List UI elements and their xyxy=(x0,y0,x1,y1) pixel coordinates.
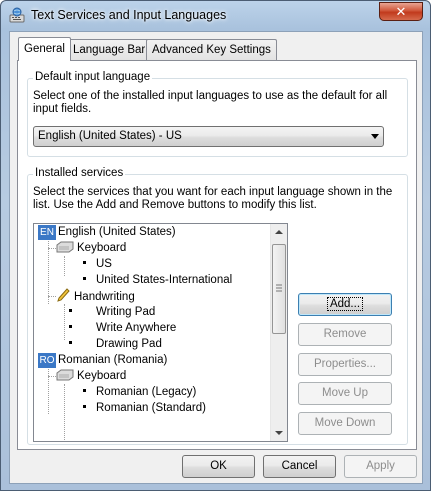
handwriting-label: Handwriting xyxy=(74,291,135,303)
default-language-description: Select one of the installed input langua… xyxy=(33,90,388,115)
tree-item-us[interactable]: US xyxy=(96,256,112,272)
arrow-down-icon xyxy=(275,431,283,435)
apply-button[interactable]: Apply xyxy=(344,455,417,478)
tree-item-writing-pad[interactable]: Writing Pad xyxy=(96,304,155,320)
bullet-icon xyxy=(69,309,72,312)
ok-button[interactable]: OK xyxy=(182,455,255,478)
grip-icon xyxy=(276,284,282,292)
tree-line xyxy=(64,384,65,441)
language-label: Romanian (Romania) xyxy=(58,354,168,366)
tab-general[interactable]: General xyxy=(18,37,71,61)
tree-scrollbar[interactable] xyxy=(270,224,287,441)
services-tree[interactable]: EN English (United States) Keyboard US Un… xyxy=(33,223,288,442)
tree-category-keyboard[interactable]: Keyboard xyxy=(56,368,126,384)
language-label: English (United States) xyxy=(58,226,176,238)
dialog-client-area: General Language Bar Advanced Key Settin… xyxy=(9,31,423,484)
tree-line xyxy=(48,248,56,249)
default-language-value: English (United States) - US xyxy=(38,130,182,142)
pen-icon xyxy=(57,288,70,302)
tab-advanced-key-settings[interactable]: Advanced Key Settings xyxy=(146,39,277,60)
tree-item-romanian-legacy[interactable]: Romanian (Legacy) xyxy=(96,384,196,400)
close-button[interactable]: ✕ xyxy=(379,2,423,21)
tree-line xyxy=(48,376,56,377)
default-language-label: Default input language xyxy=(33,71,153,83)
default-language-group: Default input language Select one of the… xyxy=(27,71,408,157)
default-language-select[interactable]: English (United States) - US xyxy=(33,126,384,147)
tree-category-keyboard[interactable]: Keyboard xyxy=(56,240,126,256)
keyboard-icon xyxy=(56,369,74,381)
tree-item-us-international[interactable]: United States-International xyxy=(96,272,232,288)
dialog-window: Text Services and Input Languages ✕ Gene… xyxy=(0,0,431,491)
properties-button[interactable]: Properties... xyxy=(298,353,392,376)
language-badge: RO xyxy=(38,353,56,368)
window-title: Text Services and Input Languages xyxy=(31,8,227,22)
tree-item-write-anywhere[interactable]: Write Anywhere xyxy=(96,320,176,336)
tree-category-handwriting[interactable]: Handwriting xyxy=(56,288,135,304)
add-button-label: Add... xyxy=(326,297,364,311)
scroll-thumb[interactable] xyxy=(272,244,286,334)
tree-language-english[interactable]: EN English (United States) xyxy=(38,224,176,240)
bullet-icon xyxy=(83,389,86,392)
keyboard-label: Keyboard xyxy=(77,242,127,254)
keyboard-label: Keyboard xyxy=(77,370,127,382)
tree-language-romanian[interactable]: RO Romanian (Romania) xyxy=(38,352,167,368)
tree-line xyxy=(48,296,56,297)
add-button[interactable]: Add... xyxy=(298,293,392,316)
title-bar[interactable]: Text Services and Input Languages ✕ xyxy=(1,1,430,31)
installed-services-group: Installed services Select the services t… xyxy=(27,167,408,445)
general-tab-panel: Default input language Select one of the… xyxy=(17,60,417,450)
scroll-down-button[interactable] xyxy=(271,424,287,441)
tree-item-drawing-pad[interactable]: Drawing Pad xyxy=(96,336,162,352)
move-up-button[interactable]: Move Up xyxy=(298,382,392,405)
tree-line xyxy=(64,256,65,276)
cancel-button[interactable]: Cancel xyxy=(263,455,336,478)
keyboard-globe-icon xyxy=(9,7,25,23)
remove-button[interactable]: Remove xyxy=(298,323,392,346)
move-down-button[interactable]: Move Down xyxy=(298,412,392,435)
bullet-icon xyxy=(69,341,72,344)
installed-services-label: Installed services xyxy=(33,167,126,179)
tree-line xyxy=(48,366,49,414)
arrow-up-icon xyxy=(275,230,283,234)
bullet-icon xyxy=(69,325,72,328)
bullet-icon xyxy=(83,277,86,280)
tab-language-bar[interactable]: Language Bar xyxy=(67,39,152,60)
keyboard-icon xyxy=(56,241,74,253)
language-badge: EN xyxy=(38,225,56,240)
bullet-icon xyxy=(83,261,86,264)
tree-item-romanian-standard[interactable]: Romanian (Standard) xyxy=(96,400,206,416)
scroll-up-button[interactable] xyxy=(271,224,287,241)
installed-services-description: Select the services that you want for ea… xyxy=(33,186,393,211)
bullet-icon xyxy=(83,405,86,408)
chevron-down-icon xyxy=(371,134,379,139)
tree-line xyxy=(64,304,65,340)
